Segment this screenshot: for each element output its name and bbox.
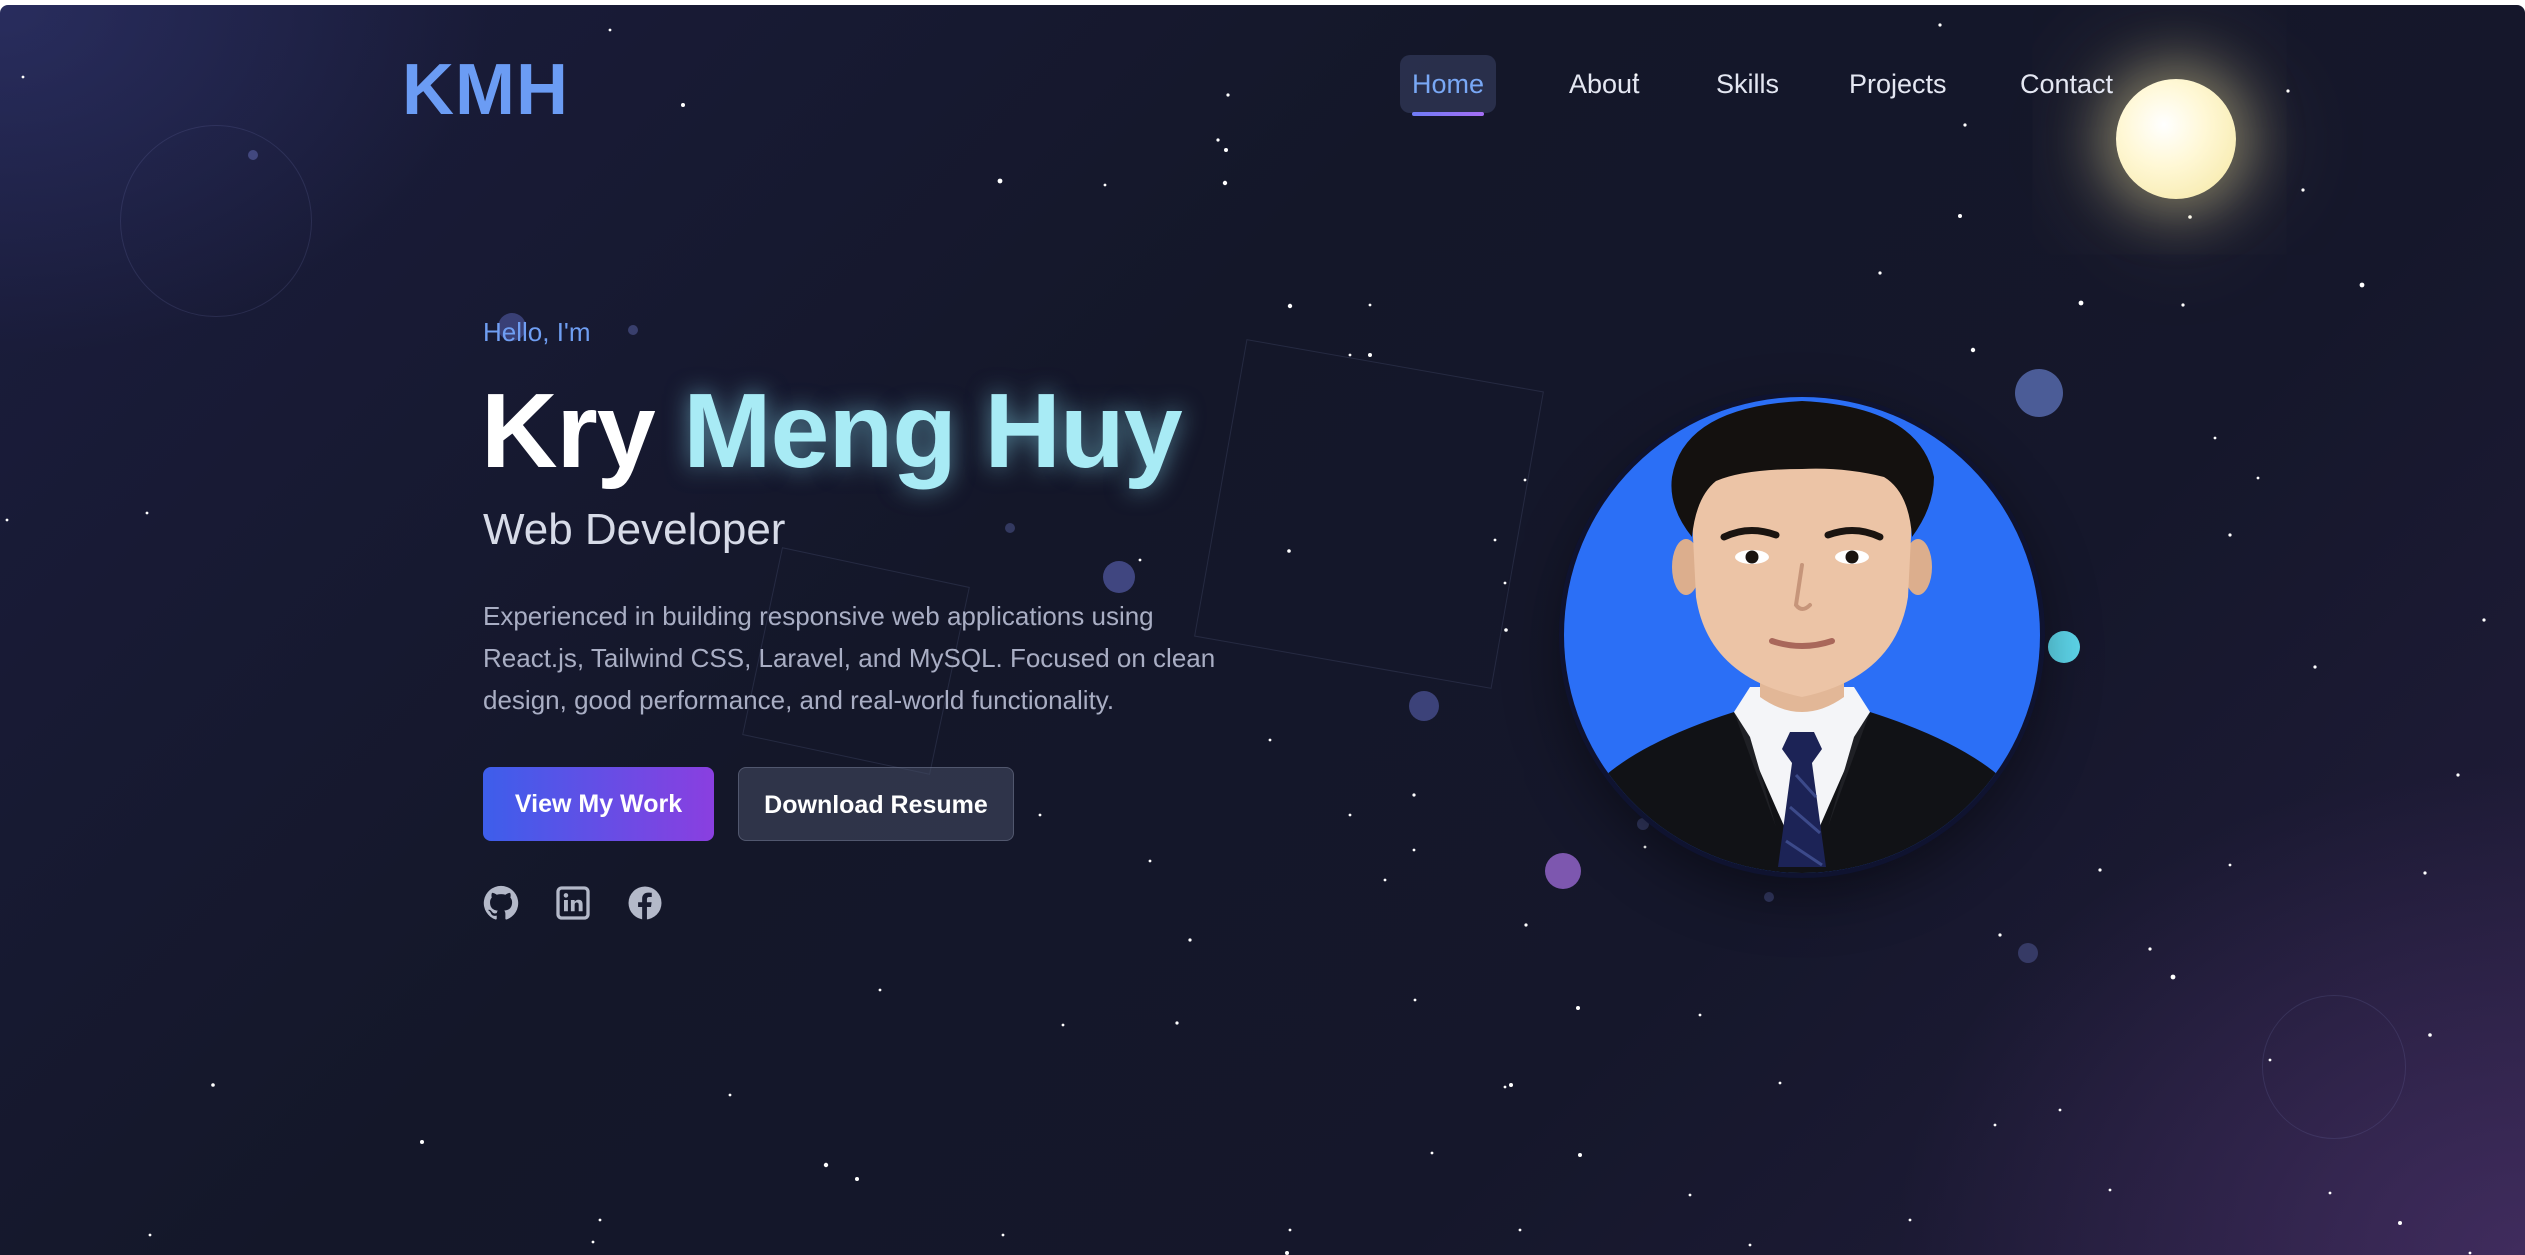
decorative-bubble: [1409, 691, 1439, 721]
nav-item-skills[interactable]: Skills: [1704, 55, 1791, 113]
nav-item-about[interactable]: About: [1557, 55, 1652, 113]
decorative-bubble: [1764, 892, 1774, 902]
hero-description: Experienced in building responsive web a…: [483, 601, 1216, 715]
decorative-bubble: [2015, 369, 2063, 417]
nav-item-projects[interactable]: Projects: [1837, 55, 1959, 113]
github-icon[interactable]: [483, 885, 519, 921]
decorative-bubble: [248, 150, 258, 160]
decorative-bubble: [2018, 943, 2038, 963]
site-logo[interactable]: KMH: [402, 49, 569, 131]
nav-item-label: Projects: [1849, 69, 1947, 99]
moon-decoration: [2116, 79, 2236, 199]
hero-greeting: Hello, I'm: [483, 317, 591, 347]
facebook-icon[interactable]: [627, 885, 663, 921]
decorative-bubble: [1545, 853, 1581, 889]
portrait-photo: [1564, 397, 2040, 873]
nav-item-label: Home: [1412, 69, 1485, 99]
decorative-bubble: [1005, 523, 1015, 533]
hero-first-name: Kry: [481, 372, 656, 490]
decorative-bubble: [1637, 818, 1649, 830]
nav-item-label: Contact: [2020, 69, 2114, 99]
decorative-ring: [120, 125, 312, 317]
decorative-ring: [2262, 995, 2406, 1139]
decorative-square: [1194, 339, 1544, 689]
profile-photo: [1564, 397, 2040, 873]
decorative-bubble: [1103, 561, 1135, 593]
page-frame: KMH Home About Skills Projects Contact H…: [0, 5, 2525, 1255]
download-resume-button[interactable]: Download Resume: [738, 767, 1014, 841]
hero-last-name: Meng Huy: [683, 372, 1182, 490]
hero-name: Kry Meng Huy: [481, 372, 1183, 490]
nav-item-label: Skills: [1716, 69, 1780, 99]
decorative-bubble: [2048, 631, 2080, 663]
view-my-work-button[interactable]: View My Work: [483, 767, 714, 841]
nav-item-label: About: [1569, 69, 1640, 99]
decorative-bubble: [628, 325, 638, 335]
hero-role: Web Developer: [483, 505, 786, 554]
nav-item-contact[interactable]: Contact: [2008, 55, 2125, 113]
nav-item-home[interactable]: Home: [1400, 55, 1497, 116]
linkedin-icon[interactable]: [555, 885, 591, 921]
active-nav-indicator: [1412, 112, 1485, 116]
